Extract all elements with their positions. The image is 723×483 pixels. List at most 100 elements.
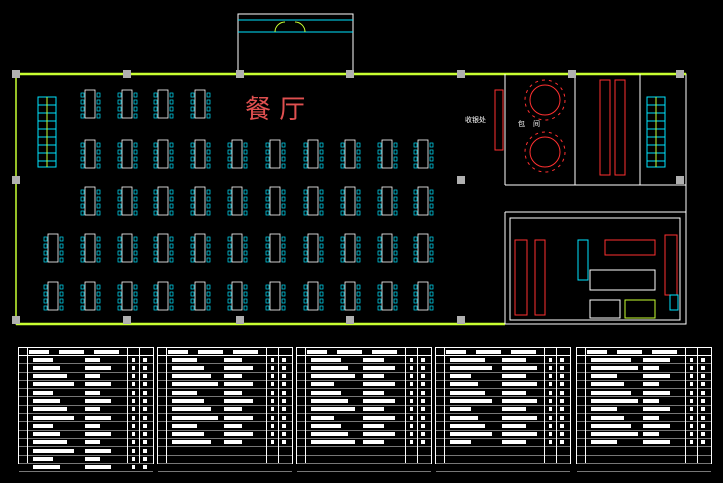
item-unit-bar — [143, 432, 147, 437]
dining-table — [377, 186, 398, 216]
item-qty-bar — [410, 390, 413, 395]
item-qty-bar — [410, 440, 413, 445]
item-qty-bar — [132, 357, 135, 362]
item-qty-bar — [132, 448, 135, 453]
item-qty-bar — [271, 374, 274, 379]
schedule-column-divider — [685, 348, 686, 463]
item-name-bar — [33, 415, 74, 420]
item-qty-bar — [549, 382, 552, 387]
schedule-column-divider — [278, 348, 279, 463]
item-spec-bar — [363, 432, 395, 437]
schedule-row — [297, 364, 431, 373]
item-spec-bar — [643, 398, 659, 403]
item-name-bar — [591, 382, 624, 387]
header-label-bar — [372, 349, 397, 354]
item-name-bar — [33, 398, 60, 403]
schedule-row — [436, 381, 570, 390]
item-qty-bar — [690, 407, 693, 412]
dining-table — [80, 233, 101, 263]
schedule-row — [297, 431, 431, 439]
item-spec-bar — [643, 407, 670, 412]
schedule-row — [297, 439, 431, 448]
item-name-bar — [450, 382, 478, 387]
dining-table — [303, 139, 324, 169]
item-unit-bar — [421, 423, 425, 428]
item-name-bar — [591, 423, 631, 428]
schedule-row — [297, 422, 431, 431]
item-spec-bar — [363, 365, 395, 370]
schedule-row — [436, 464, 570, 473]
item-unit-bar — [701, 382, 705, 387]
item-unit-bar — [421, 440, 425, 445]
item-spec-bar — [224, 432, 253, 437]
item-unit-bar — [560, 357, 564, 362]
item-name-bar — [450, 407, 471, 412]
item-spec-bar — [224, 398, 253, 403]
item-qty-bar — [271, 432, 274, 437]
schedule-row — [158, 356, 292, 365]
schedule-column-divider — [544, 348, 545, 463]
column — [568, 70, 576, 78]
item-spec-bar — [502, 440, 526, 445]
item-name-bar — [591, 357, 631, 362]
item-qty-bar — [690, 365, 693, 370]
column — [457, 176, 465, 184]
header-label-bar — [233, 349, 258, 354]
item-name-bar — [450, 432, 492, 437]
item-unit-bar — [701, 374, 705, 379]
item-name-bar — [591, 398, 638, 403]
item-spec-bar — [85, 415, 111, 420]
item-spec-bar — [643, 357, 670, 362]
item-unit-bar — [560, 415, 564, 420]
item-spec-bar — [85, 432, 111, 437]
dining-tables — [43, 89, 434, 311]
header-label-bar — [511, 349, 536, 354]
column — [123, 70, 131, 78]
cashier-label: 收银处 — [465, 115, 486, 124]
schedule-column-divider — [127, 348, 128, 463]
schedule-row — [158, 373, 292, 381]
schedule-header — [436, 348, 570, 356]
column — [236, 70, 244, 78]
item-spec-bar — [85, 423, 100, 428]
schedule-row — [577, 364, 711, 373]
schedule-row — [19, 406, 153, 415]
item-qty-bar — [549, 423, 552, 428]
item-unit-bar — [701, 415, 705, 420]
schedule-row — [19, 389, 153, 398]
dining-table — [377, 281, 398, 311]
column — [12, 316, 20, 324]
item-unit-bar — [560, 423, 564, 428]
item-spec-bar — [502, 357, 526, 362]
item-unit-bar — [421, 365, 425, 370]
dining-table — [117, 89, 138, 119]
item-name-bar — [172, 390, 197, 395]
item-unit-bar — [701, 423, 705, 428]
item-spec-bar — [643, 415, 659, 420]
schedule-row — [158, 431, 292, 439]
item-name-bar — [591, 365, 638, 370]
item-unit-bar — [421, 382, 425, 387]
item-qty-bar — [549, 357, 552, 362]
schedule-row — [436, 397, 570, 406]
schedule-row — [158, 456, 292, 464]
item-spec-bar — [224, 374, 242, 379]
header-label-bar — [652, 349, 677, 354]
item-spec-bar — [224, 423, 242, 428]
dining-table — [413, 139, 434, 169]
dining-table — [377, 139, 398, 169]
header-label-bar — [59, 349, 84, 354]
item-spec-bar — [85, 365, 111, 370]
item-qty-bar — [549, 390, 552, 395]
dining-table — [227, 186, 248, 216]
equipment-schedule-3 — [296, 347, 432, 473]
item-qty-bar — [132, 440, 135, 445]
item-unit-bar — [421, 374, 425, 379]
schedule-row — [19, 381, 153, 390]
schedule-header — [158, 348, 292, 356]
item-qty-bar — [690, 423, 693, 428]
dining-table — [413, 186, 434, 216]
item-unit-bar — [421, 357, 425, 362]
header-label-bar — [587, 349, 607, 354]
dining-table — [227, 233, 248, 263]
